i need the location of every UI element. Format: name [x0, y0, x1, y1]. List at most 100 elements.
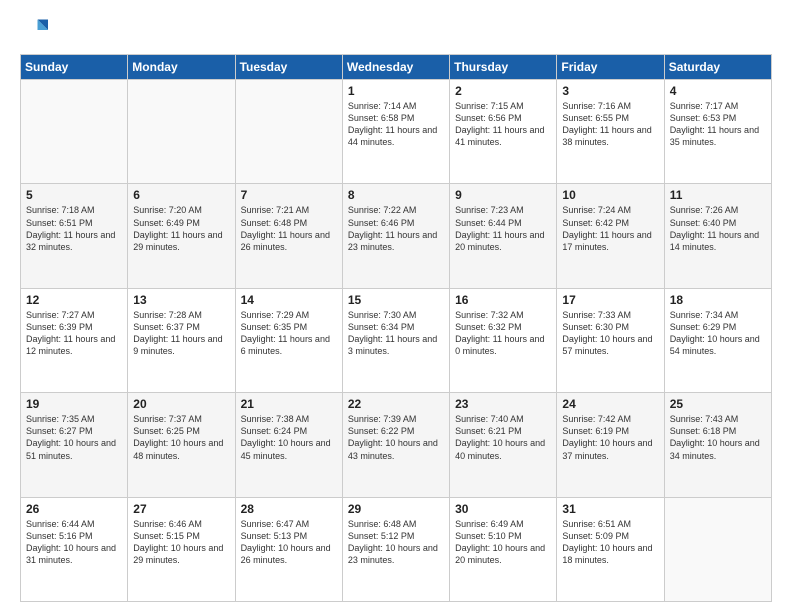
day-info: Sunrise: 7:16 AM Sunset: 6:55 PM Dayligh… [562, 100, 658, 149]
calendar-cell: 16 Sunrise: 7:32 AM Sunset: 6:32 PM Dayli… [450, 288, 557, 392]
day-info: Sunrise: 6:44 AM Sunset: 5:16 PM Dayligh… [26, 518, 122, 567]
day-number: 13 [133, 293, 229, 307]
calendar-cell: 9 Sunrise: 7:23 AM Sunset: 6:44 PM Daylig… [450, 184, 557, 288]
calendar-cell: 10 Sunrise: 7:24 AM Sunset: 6:42 PM Dayli… [557, 184, 664, 288]
calendar-cell: 12Sunrise: 7:27 AM Sunset: 6:39 PM Dayli… [21, 288, 128, 392]
calendar-cell [664, 497, 771, 601]
day-info: Sunrise: 7:37 AM Sunset: 6:25 PM Dayligh… [133, 413, 229, 462]
week-row-3: 12Sunrise: 7:27 AM Sunset: 6:39 PM Dayli… [21, 288, 772, 392]
calendar-cell [21, 80, 128, 184]
day-number: 5 [26, 188, 122, 202]
header-day-monday: Monday [128, 55, 235, 80]
day-info: Sunrise: 7:29 AM Sunset: 6:35 PM Dayligh… [241, 309, 337, 358]
header-day-tuesday: Tuesday [235, 55, 342, 80]
day-number: 22 [348, 397, 444, 411]
day-info: Sunrise: 6:51 AM Sunset: 5:09 PM Dayligh… [562, 518, 658, 567]
day-info: Sunrise: 6:49 AM Sunset: 5:10 PM Dayligh… [455, 518, 551, 567]
week-row-4: 19Sunrise: 7:35 AM Sunset: 6:27 PM Dayli… [21, 393, 772, 497]
header-day-sunday: Sunday [21, 55, 128, 80]
day-number: 31 [562, 502, 658, 516]
day-number: 15 [348, 293, 444, 307]
day-info: Sunrise: 7:17 AM Sunset: 6:53 PM Dayligh… [670, 100, 766, 149]
calendar-cell: 29 Sunrise: 6:48 AM Sunset: 5:12 PM Dayli… [342, 497, 449, 601]
day-info: Sunrise: 7:34 AM Sunset: 6:29 PM Dayligh… [670, 309, 766, 358]
day-info: Sunrise: 7:24 AM Sunset: 6:42 PM Dayligh… [562, 204, 658, 253]
header-day-wednesday: Wednesday [342, 55, 449, 80]
day-info: Sunrise: 6:48 AM Sunset: 5:12 PM Dayligh… [348, 518, 444, 567]
day-number: 20 [133, 397, 229, 411]
header-day-friday: Friday [557, 55, 664, 80]
calendar-cell: 22 Sunrise: 7:39 AM Sunset: 6:22 PM Dayli… [342, 393, 449, 497]
header [20, 16, 772, 44]
day-number: 28 [241, 502, 337, 516]
day-info: Sunrise: 7:22 AM Sunset: 6:46 PM Dayligh… [348, 204, 444, 253]
day-number: 23 [455, 397, 551, 411]
calendar-cell: 18 Sunrise: 7:34 AM Sunset: 6:29 PM Dayli… [664, 288, 771, 392]
day-info: Sunrise: 7:26 AM Sunset: 6:40 PM Dayligh… [670, 204, 766, 253]
day-number: 12 [26, 293, 122, 307]
day-number: 17 [562, 293, 658, 307]
day-info: Sunrise: 7:18 AM Sunset: 6:51 PM Dayligh… [26, 204, 122, 253]
calendar-cell: 28 Sunrise: 6:47 AM Sunset: 5:13 PM Dayli… [235, 497, 342, 601]
day-number: 16 [455, 293, 551, 307]
day-number: 4 [670, 84, 766, 98]
day-info: Sunrise: 7:42 AM Sunset: 6:19 PM Dayligh… [562, 413, 658, 462]
calendar-cell: 15 Sunrise: 7:30 AM Sunset: 6:34 PM Dayli… [342, 288, 449, 392]
day-number: 11 [670, 188, 766, 202]
calendar-cell: 8 Sunrise: 7:22 AM Sunset: 6:46 PM Daylig… [342, 184, 449, 288]
logo-icon [20, 16, 48, 44]
day-info: Sunrise: 7:32 AM Sunset: 6:32 PM Dayligh… [455, 309, 551, 358]
header-day-saturday: Saturday [664, 55, 771, 80]
calendar-cell: 27 Sunrise: 6:46 AM Sunset: 5:15 PM Dayli… [128, 497, 235, 601]
day-info: Sunrise: 6:47 AM Sunset: 5:13 PM Dayligh… [241, 518, 337, 567]
calendar-cell: 13Sunrise: 7:28 AM Sunset: 6:37 PM Dayli… [128, 288, 235, 392]
day-info: Sunrise: 7:39 AM Sunset: 6:22 PM Dayligh… [348, 413, 444, 462]
calendar-cell: 2Sunrise: 7:15 AM Sunset: 6:56 PM Daylig… [450, 80, 557, 184]
calendar-cell: 7Sunrise: 7:21 AM Sunset: 6:48 PM Daylig… [235, 184, 342, 288]
day-number: 3 [562, 84, 658, 98]
day-number: 18 [670, 293, 766, 307]
day-info: Sunrise: 7:38 AM Sunset: 6:24 PM Dayligh… [241, 413, 337, 462]
day-number: 9 [455, 188, 551, 202]
header-row: SundayMondayTuesdayWednesdayThursdayFrid… [21, 55, 772, 80]
calendar-cell: 14 Sunrise: 7:29 AM Sunset: 6:35 PM Dayli… [235, 288, 342, 392]
day-info: Sunrise: 7:23 AM Sunset: 6:44 PM Dayligh… [455, 204, 551, 253]
calendar-cell: 1Sunrise: 7:14 AM Sunset: 6:58 PM Daylig… [342, 80, 449, 184]
calendar-cell: 17 Sunrise: 7:33 AM Sunset: 6:30 PM Dayli… [557, 288, 664, 392]
calendar-cell: 5 Sunrise: 7:18 AM Sunset: 6:51 PM Daylig… [21, 184, 128, 288]
week-row-1: 1Sunrise: 7:14 AM Sunset: 6:58 PM Daylig… [21, 80, 772, 184]
day-number: 29 [348, 502, 444, 516]
calendar-cell: 30Sunrise: 6:49 AM Sunset: 5:10 PM Dayli… [450, 497, 557, 601]
day-number: 25 [670, 397, 766, 411]
day-info: Sunrise: 7:43 AM Sunset: 6:18 PM Dayligh… [670, 413, 766, 462]
day-info: Sunrise: 7:30 AM Sunset: 6:34 PM Dayligh… [348, 309, 444, 358]
page: SundayMondayTuesdayWednesdayThursdayFrid… [0, 0, 792, 612]
day-number: 14 [241, 293, 337, 307]
day-number: 2 [455, 84, 551, 98]
day-number: 27 [133, 502, 229, 516]
calendar-cell [128, 80, 235, 184]
calendar-cell [235, 80, 342, 184]
calendar-cell: 3 Sunrise: 7:16 AM Sunset: 6:55 PM Daylig… [557, 80, 664, 184]
calendar-cell: 19Sunrise: 7:35 AM Sunset: 6:27 PM Dayli… [21, 393, 128, 497]
calendar-cell: 24 Sunrise: 7:42 AM Sunset: 6:19 PM Dayli… [557, 393, 664, 497]
week-row-2: 5 Sunrise: 7:18 AM Sunset: 6:51 PM Daylig… [21, 184, 772, 288]
calendar-cell: 21 Sunrise: 7:38 AM Sunset: 6:24 PM Dayli… [235, 393, 342, 497]
day-number: 26 [26, 502, 122, 516]
header-day-thursday: Thursday [450, 55, 557, 80]
day-info: Sunrise: 7:33 AM Sunset: 6:30 PM Dayligh… [562, 309, 658, 358]
day-number: 24 [562, 397, 658, 411]
calendar-cell: 23 Sunrise: 7:40 AM Sunset: 6:21 PM Dayli… [450, 393, 557, 497]
day-number: 1 [348, 84, 444, 98]
day-number: 21 [241, 397, 337, 411]
day-info: Sunrise: 7:40 AM Sunset: 6:21 PM Dayligh… [455, 413, 551, 462]
calendar-cell: 6Sunrise: 7:20 AM Sunset: 6:49 PM Daylig… [128, 184, 235, 288]
day-info: Sunrise: 6:46 AM Sunset: 5:15 PM Dayligh… [133, 518, 229, 567]
calendar-cell: 11 Sunrise: 7:26 AM Sunset: 6:40 PM Dayli… [664, 184, 771, 288]
day-number: 8 [348, 188, 444, 202]
day-info: Sunrise: 7:20 AM Sunset: 6:49 PM Dayligh… [133, 204, 229, 253]
calendar-table: SundayMondayTuesdayWednesdayThursdayFrid… [20, 54, 772, 602]
day-number: 19 [26, 397, 122, 411]
day-number: 10 [562, 188, 658, 202]
calendar-cell: 31 Sunrise: 6:51 AM Sunset: 5:09 PM Dayli… [557, 497, 664, 601]
